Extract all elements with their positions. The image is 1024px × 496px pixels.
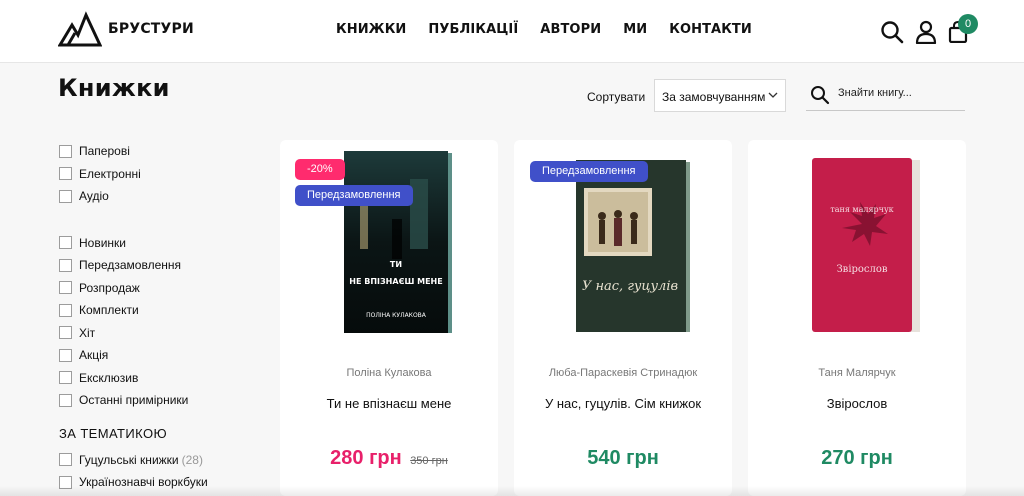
filter-label: Останні примірники <box>79 393 189 408</box>
cover-text-main: НЕ ВПІЗНАЄШ МЕНЕ <box>349 277 442 286</box>
filters-sidebar: Паперові Електронні Аудіо Новинки Передз… <box>59 140 259 494</box>
bottom-fade <box>0 486 1024 496</box>
main-nav: КНИЖКИ ПУБЛІКАЦІЇ АВТОРИ МИ КОНТАКТИ <box>336 22 752 37</box>
filter-count: (28) <box>181 452 203 467</box>
checkbox[interactable] <box>59 393 72 407</box>
checkbox[interactable] <box>59 144 72 158</box>
filter-promo[interactable]: Акція <box>59 344 259 367</box>
product-title[interactable]: Ти не впізнаєш мене <box>280 396 498 411</box>
filter-label: Передзамовлення <box>79 258 182 273</box>
checkbox[interactable] <box>59 258 72 272</box>
sort-select[interactable]: За замовчуванням <box>654 79 786 112</box>
discount-badge: -20% <box>295 159 345 180</box>
checkbox[interactable] <box>59 303 72 317</box>
site-header: БРУСТУРИ КНИЖКИ ПУБЛІКАЦІЇ АВТОРИ МИ КОН… <box>0 0 1024 63</box>
checkbox[interactable] <box>59 281 72 295</box>
filter-hit[interactable]: Хіт <box>59 322 259 345</box>
filter-label: Електронні <box>79 166 141 181</box>
brand-name: БРУСТУРИ <box>108 21 194 37</box>
sort-label: Сортувати <box>587 90 646 104</box>
product-old-price: 350 грн <box>410 455 448 467</box>
chevron-down-icon <box>768 92 778 98</box>
filter-topic-hutsul[interactable]: Гуцульські книжки (28) <box>59 449 259 472</box>
cover-text-author: ПОЛІНА КУЛАКОВА <box>366 312 427 319</box>
filter-label: Новинки <box>79 235 126 250</box>
sort-selected-value: За замовчуванням <box>662 90 766 104</box>
book-cover[interactable]: ТИ НЕ ВПІЗНАЄШ МЕНЕ ПОЛІНА КУЛАКОВА <box>342 149 454 337</box>
nav-item-contacts[interactable]: КОНТАКТИ <box>669 22 752 37</box>
product-title[interactable]: У нас, гуцулів. Сім книжок <box>514 396 732 411</box>
product-title[interactable]: Звірослов <box>748 396 966 411</box>
book-cover[interactable]: У нас, гуцулів <box>574 158 692 336</box>
book-search <box>806 82 965 111</box>
product-card[interactable]: ТИ НЕ ВПІЗНАЄШ МЕНЕ ПОЛІНА КУЛАКОВА -20%… <box>280 140 498 496</box>
preorder-badge: Передзамовлення <box>530 161 648 182</box>
cover-text-main: У нас, гуцулів <box>582 279 678 294</box>
book-cover[interactable]: таня малярчук Звірослов <box>810 154 922 336</box>
user-icon[interactable] <box>915 20 937 44</box>
nav-item-publications[interactable]: ПУБЛІКАЦІЇ <box>428 22 518 37</box>
filter-new[interactable]: Новинки <box>59 232 259 255</box>
product-card[interactable]: У нас, гуцулів Передзамовлення Люба-Пара… <box>514 140 732 496</box>
nav-item-about[interactable]: МИ <box>623 22 647 37</box>
filter-exclusive[interactable]: Ексклюзив <box>59 367 259 390</box>
filter-label: Аудіо <box>79 189 109 204</box>
filter-label: Розпродаж <box>79 280 140 295</box>
price-row: 540 грн <box>514 447 732 470</box>
search-icon[interactable] <box>810 85 830 105</box>
nav-item-authors[interactable]: АВТОРИ <box>540 22 601 37</box>
product-author[interactable]: Поліна Кулакова <box>280 367 498 379</box>
product-card[interactable]: таня малярчук Звірослов Таня Малярчук Зв… <box>748 140 966 496</box>
checkbox[interactable] <box>59 371 72 385</box>
logo[interactable]: БРУСТУРИ <box>58 11 194 47</box>
page-title: Книжки <box>58 74 170 102</box>
cart-count-badge: 0 <box>958 14 978 34</box>
preorder-badge: Передзамовлення <box>295 185 413 206</box>
checkbox[interactable] <box>59 326 72 340</box>
search-icon[interactable] <box>880 20 904 44</box>
filter-last-copies[interactable]: Останні примірники <box>59 389 259 412</box>
checkbox[interactable] <box>59 348 72 362</box>
filter-preorder[interactable]: Передзамовлення <box>59 254 259 277</box>
checkbox[interactable] <box>59 453 72 467</box>
product-author[interactable]: Люба-Параскевія Стринадюк <box>514 367 732 379</box>
product-price: 540 грн <box>587 447 659 469</box>
filter-label: Комплекти <box>79 303 139 318</box>
filter-label: Ексклюзив <box>79 370 139 385</box>
cover-text-top: ТИ <box>390 260 402 269</box>
cover-text-author: таня малярчук <box>830 205 893 214</box>
checkbox[interactable] <box>59 167 72 181</box>
filter-label: Паперові <box>79 144 130 159</box>
filter-topic-heading: ЗА ТЕМАТИКОЮ <box>59 425 167 441</box>
logo-mountains-icon <box>58 11 102 47</box>
filter-bundles[interactable]: Комплекти <box>59 299 259 322</box>
price-row: 280 грн 350 грн <box>280 447 498 470</box>
filter-sale[interactable]: Розпродаж <box>59 277 259 300</box>
cover-text-main: Звірослов <box>836 264 887 275</box>
price-row: 270 грн <box>748 447 966 470</box>
filter-electronic[interactable]: Електронні <box>59 163 259 186</box>
checkbox[interactable] <box>59 236 72 250</box>
product-price: 280 грн <box>330 447 402 469</box>
filter-divider <box>59 208 259 232</box>
product-author[interactable]: Таня Малярчук <box>748 367 966 379</box>
product-price: 270 грн <box>821 447 893 469</box>
filter-label: Хіт <box>79 325 96 340</box>
filter-label: Гуцульські книжки <box>79 452 179 467</box>
checkbox[interactable] <box>59 189 72 203</box>
filter-label: Акція <box>79 348 109 363</box>
filter-audio[interactable]: Аудіо <box>59 185 259 208</box>
search-input[interactable] <box>838 87 963 99</box>
filter-paper[interactable]: Паперові <box>59 140 259 163</box>
nav-item-books[interactable]: КНИЖКИ <box>336 22 406 37</box>
